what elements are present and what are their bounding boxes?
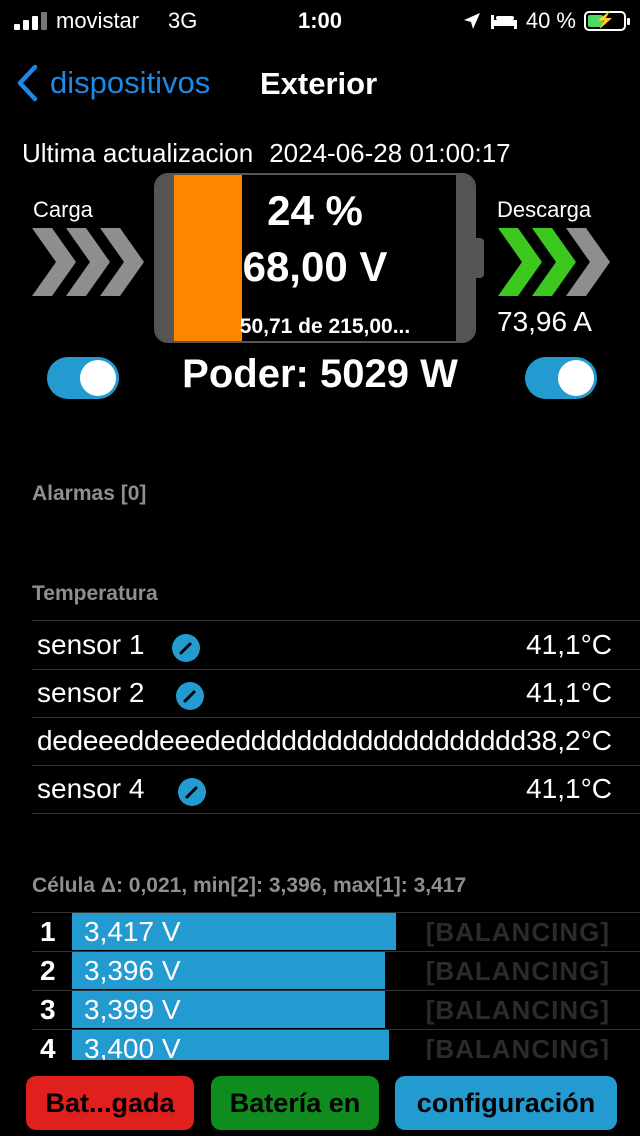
back-label: dispositivos bbox=[50, 65, 211, 100]
battery-charging-icon: ⚡ bbox=[584, 11, 630, 31]
discharge-chevrons-icon bbox=[498, 228, 610, 296]
edit-pencil-icon[interactable] bbox=[178, 778, 206, 806]
bottom-toolbar: Bat...gada Batería en configuración bbox=[0, 1060, 640, 1136]
battery-terminal bbox=[476, 238, 484, 278]
battery-percent: 40 % bbox=[525, 8, 576, 33]
sensor-name: sensor 4 bbox=[37, 773, 145, 804]
battery-capacity: 50,71 de 215,00... bbox=[239, 315, 411, 338]
location-arrow-icon bbox=[463, 13, 480, 29]
cell-status: [BALANCING] bbox=[425, 917, 610, 947]
sensor-value: 38,2°C bbox=[526, 725, 612, 756]
cell-number: 3 bbox=[40, 994, 56, 1025]
sensor-name: sensor 2 bbox=[37, 677, 145, 708]
edit-pencil-icon[interactable] bbox=[176, 682, 204, 710]
cell-row: 2 3,396 V [BALANCING] bbox=[32, 951, 640, 990]
sensor-name: sensor 1 bbox=[37, 629, 145, 660]
status-right: 40 % ⚡ bbox=[462, 8, 630, 34]
status-bar: movistar 3G 1:00 40 % ⚡ bbox=[0, 0, 640, 40]
last-update-timestamp: 2024-06-28 01:00:17 bbox=[269, 138, 511, 168]
sensor-name: dedeeeddeeededdddddddddddddddddd bbox=[37, 725, 526, 756]
last-update-label: Ultima actualizacion bbox=[22, 138, 254, 168]
sensor-value: 41,1°C bbox=[526, 773, 612, 804]
cell-number: 2 bbox=[40, 955, 56, 986]
edit-pencil-icon[interactable] bbox=[172, 634, 200, 662]
battery-percent-label: 24 % bbox=[267, 187, 363, 234]
sensor-row[interactable]: sensor 2 41,1°C bbox=[32, 669, 640, 718]
navigation-bar: dispositivos Exterior bbox=[0, 60, 640, 110]
battery-gauge: 24 % 68,00 V 50,71 de 215,00... bbox=[154, 173, 476, 343]
charge-chevrons-icon bbox=[32, 228, 144, 296]
page-title: Exterior bbox=[260, 66, 378, 101]
cell-row: 3 3,399 V [BALANCING] bbox=[32, 990, 640, 1029]
cell-row: 1 3,417 V [BALANCING] bbox=[32, 912, 640, 951]
sensor-row[interactable]: sensor 1 41,1°C bbox=[32, 621, 640, 670]
battery-on-button[interactable]: Batería en bbox=[211, 1076, 379, 1130]
charge-label: Carga bbox=[33, 197, 93, 222]
chevron-left-icon bbox=[17, 64, 38, 102]
last-update: Ultima actualizacion 2024-06-28 01:00:17 bbox=[22, 138, 511, 169]
discharge-current: 73,96 A bbox=[497, 306, 592, 337]
back-button[interactable]: dispositivos bbox=[16, 64, 210, 102]
cell-status: [BALANCING] bbox=[425, 995, 610, 1025]
cells-header: Célula Δ: 0,021, min[2]: 3,396, max[1]: … bbox=[32, 874, 467, 897]
sensor-value: 41,1°C bbox=[526, 677, 612, 708]
temperature-header: Temperatura bbox=[32, 582, 158, 605]
power-readout: Poder: 5029 W bbox=[182, 352, 458, 396]
cell-voltage: 3,417 V bbox=[84, 916, 181, 947]
sensor-row[interactable]: sensor 4 41,1°C bbox=[32, 765, 640, 814]
cell-voltage: 3,396 V bbox=[84, 955, 181, 986]
settings-button[interactable]: configuración bbox=[395, 1076, 617, 1130]
discharge-label: Descarga bbox=[497, 197, 592, 222]
sensor-value: 41,1°C bbox=[526, 629, 612, 660]
cell-voltage: 3,399 V bbox=[84, 994, 181, 1025]
cell-number: 1 bbox=[40, 916, 56, 947]
bed-icon bbox=[490, 15, 517, 29]
cell-status: [BALANCING] bbox=[425, 956, 610, 986]
sensor-row[interactable]: dedeeeddeeededdddddddddddddddddd 38,2°C bbox=[32, 717, 640, 766]
battery-off-button[interactable]: Bat...gada bbox=[26, 1076, 194, 1130]
alarms-header: Alarmas [0] bbox=[32, 482, 147, 505]
battery-voltage: 68,00 V bbox=[242, 243, 388, 290]
